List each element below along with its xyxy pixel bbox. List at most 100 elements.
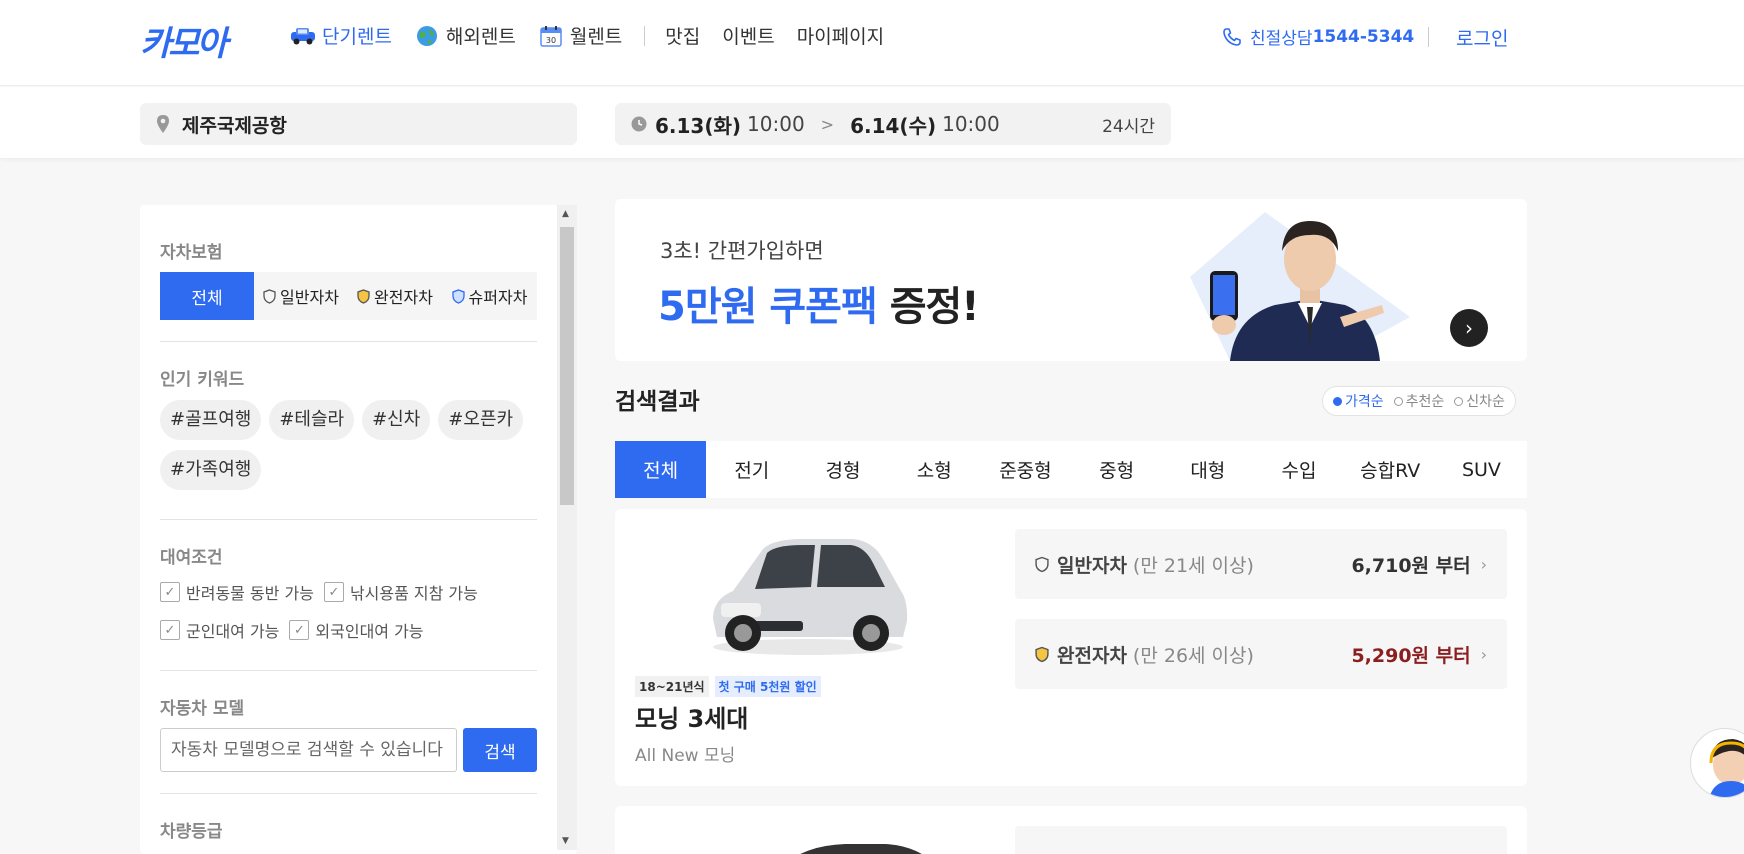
banner-next-button[interactable]: › (1450, 309, 1488, 347)
sort-newest[interactable]: 신차순 (1454, 391, 1505, 411)
scroll-up-arrow-icon[interactable]: ▲ (562, 209, 569, 219)
category-tab-mid[interactable]: 중형 (1071, 441, 1162, 498)
search-bar: 제주국제공항 6.13(화) 10:00 > 6.14(수) 10:00 24시… (0, 87, 1744, 159)
car-badges: 18~21년식 첫 구매 5천원 할인 (635, 676, 821, 697)
category-tab-compact[interactable]: 경형 (797, 441, 888, 498)
conditions-title: 대여조건 (160, 548, 223, 568)
section-divider (160, 341, 537, 342)
camoa-logo[interactable]: 카모아 (140, 16, 228, 65)
nav-events[interactable]: 이벤트 (722, 22, 774, 49)
phone-consult-link[interactable]: 친절상담 1544-5344 (1222, 24, 1414, 49)
sort-recommended[interactable]: 추천순 (1393, 391, 1445, 411)
nav-label: 마이페이지 (796, 26, 885, 48)
category-tab-suv[interactable]: SUV (1436, 441, 1527, 498)
rental-duration: 24시간 (1102, 116, 1155, 137)
sidebar-scrollbar[interactable]: ▲ ▼ (557, 205, 577, 850)
end-date: 6.14(수) (850, 113, 937, 138)
category-tab-electric[interactable]: 전기 (706, 441, 797, 498)
condition-fishing[interactable]: ✓ 낚시용품 지참 가능 (323, 580, 478, 604)
category-tab-semi-mid[interactable]: 준중형 (980, 441, 1071, 498)
checkbox[interactable]: ✓ (160, 582, 180, 602)
radio-dot (1333, 396, 1342, 406)
insurance-title: 자차보험 (160, 243, 223, 263)
car-image (713, 539, 908, 655)
insurance-tabs: 전체 일반자차 완전자차 슈퍼자차 (160, 272, 537, 320)
condition-military[interactable]: ✓ 군인대여 가능 (160, 618, 279, 642)
sort-price[interactable]: 가격순 (1333, 391, 1384, 411)
category-tab-van[interactable]: 승합RV (1345, 441, 1436, 498)
category-tab-import[interactable]: 수입 (1253, 441, 1344, 498)
category-tab-large[interactable]: 대형 (1162, 441, 1253, 498)
keyword-chip[interactable]: #신차 (362, 400, 431, 440)
nav-monthly-rent[interactable]: 30 월렌트 (538, 22, 622, 49)
keyword-chip[interactable]: #골프여행 (160, 400, 262, 440)
nav-restaurants[interactable]: 맛집 (665, 22, 700, 49)
keyword-chip[interactable]: #테슬라 (269, 400, 355, 440)
sort-label: 추천순 (1405, 394, 1445, 410)
insurance-tab-all[interactable]: 전체 (160, 272, 254, 320)
car-result-card-next[interactable] (615, 806, 1527, 854)
condition-label: 군인대여 가능 (186, 622, 280, 641)
car-name: 모닝 3세대 (635, 705, 749, 733)
checkbox[interactable]: ✓ (160, 620, 180, 640)
keyword-chip[interactable]: #가족여행 (160, 450, 262, 490)
insurance-tab-basic[interactable]: 일반자차 (254, 272, 348, 320)
support-agent-icon (1709, 739, 1744, 797)
nav-divider (644, 25, 646, 46)
car-subname: All New 모닝 (635, 746, 736, 766)
discount-badge: 첫 구매 5천원 할인 (714, 676, 821, 697)
condition-label: 반려동물 동반 가능 (186, 584, 314, 603)
insurance-tab-full[interactable]: 완전자차 (348, 272, 442, 320)
year-badge: 18~21년식 (635, 676, 709, 697)
price-option-basic[interactable]: 일반자차 (만 21세 이상) 6,710원 부터 › (1015, 529, 1507, 599)
model-search-input[interactable]: 자동차 모델명으로 검색할 수 있습니다 (160, 728, 457, 772)
calendar-icon: 30 (538, 25, 564, 47)
category-tabs: 전체 전기 경형 소형 준중형 중형 대형 수입 승합RV SUV (615, 441, 1527, 498)
condition-foreigner[interactable]: ✓ 외국인대여 가능 (289, 618, 424, 642)
car-result-card[interactable]: 18~21년식 첫 구매 5천원 할인 모닝 3세대 All New 모닝 일반… (615, 509, 1527, 786)
shield-icon (1035, 556, 1049, 572)
end-time: 10:00 (942, 112, 1000, 136)
top-header: 카모아 단기렌트 해외렌트 30 월렌트 맛집 이벤트 마이페이지 친절상담 1… (0, 0, 1744, 86)
condition-label: 외국인대여 가능 (315, 622, 424, 641)
date-selector[interactable]: 6.13(화) 10:00 > 6.14(수) 10:00 24시간 (615, 103, 1171, 145)
section-divider (160, 519, 537, 520)
start-time: 10:00 (747, 112, 805, 136)
condition-pet[interactable]: ✓ 반려동물 동반 가능 (160, 580, 314, 604)
nav-label: 월렌트 (569, 26, 623, 48)
price-option-preview[interactable] (1015, 826, 1507, 854)
car-icon (290, 25, 316, 47)
header-divider (1428, 27, 1429, 47)
keywords-title: 인기 키워드 (160, 370, 245, 390)
nav-mypage[interactable]: 마이페이지 (797, 22, 884, 49)
keyword-chip[interactable]: #오픈카 (438, 400, 524, 440)
nav-overseas-rent[interactable]: 해외렌트 (414, 22, 516, 49)
section-divider (160, 670, 537, 671)
model-search-button[interactable]: 검색 (463, 728, 537, 772)
age-requirement: (만 21세 이상) (1132, 554, 1254, 577)
sort-options: 가격순 추천순 신차순 (1322, 386, 1516, 416)
phone-prefix: 친절상담 (1250, 29, 1313, 49)
sort-label: 신차순 (1466, 394, 1505, 410)
banner-subtitle: 3초! 간편가입하면 (660, 239, 824, 263)
insurance-tab-super[interactable]: 슈퍼자차 (442, 272, 537, 320)
arrow-right-icon: > (820, 114, 835, 134)
filter-sidebar: 자차보험 전체 일반자차 완전자차 슈퍼자차 인기 키워드 #골프여행 #테슬라… (140, 205, 577, 854)
price-option-full[interactable]: 완전자차 (만 26세 이상) 5,290원 부터 › (1015, 619, 1507, 689)
scroll-down-arrow-icon[interactable]: ▼ (562, 836, 569, 846)
checkbox[interactable]: ✓ (289, 620, 310, 640)
promo-banner[interactable]: 3초! 간편가입하면 5만원 쿠폰팩 증정! › (615, 199, 1527, 361)
insurance-type: 일반자차 (1057, 554, 1127, 577)
price-value: 5,290원 부터 (1351, 644, 1471, 667)
location-selector[interactable]: 제주국제공항 (140, 103, 577, 145)
login-link[interactable]: 로그인 (1456, 24, 1508, 51)
insurance-tab-label: 슈퍼자차 (468, 288, 528, 307)
nav-short-term-rent[interactable]: 단기렌트 (290, 22, 392, 49)
category-tab-all[interactable]: 전체 (615, 441, 707, 498)
chat-support-button[interactable] (1690, 728, 1744, 798)
category-tab-small[interactable]: 소형 (889, 441, 980, 498)
scroll-thumb[interactable] (560, 227, 574, 505)
globe-icon (414, 25, 440, 47)
age-requirement: (만 26세 이상) (1132, 644, 1254, 667)
checkbox[interactable]: ✓ (323, 582, 344, 602)
